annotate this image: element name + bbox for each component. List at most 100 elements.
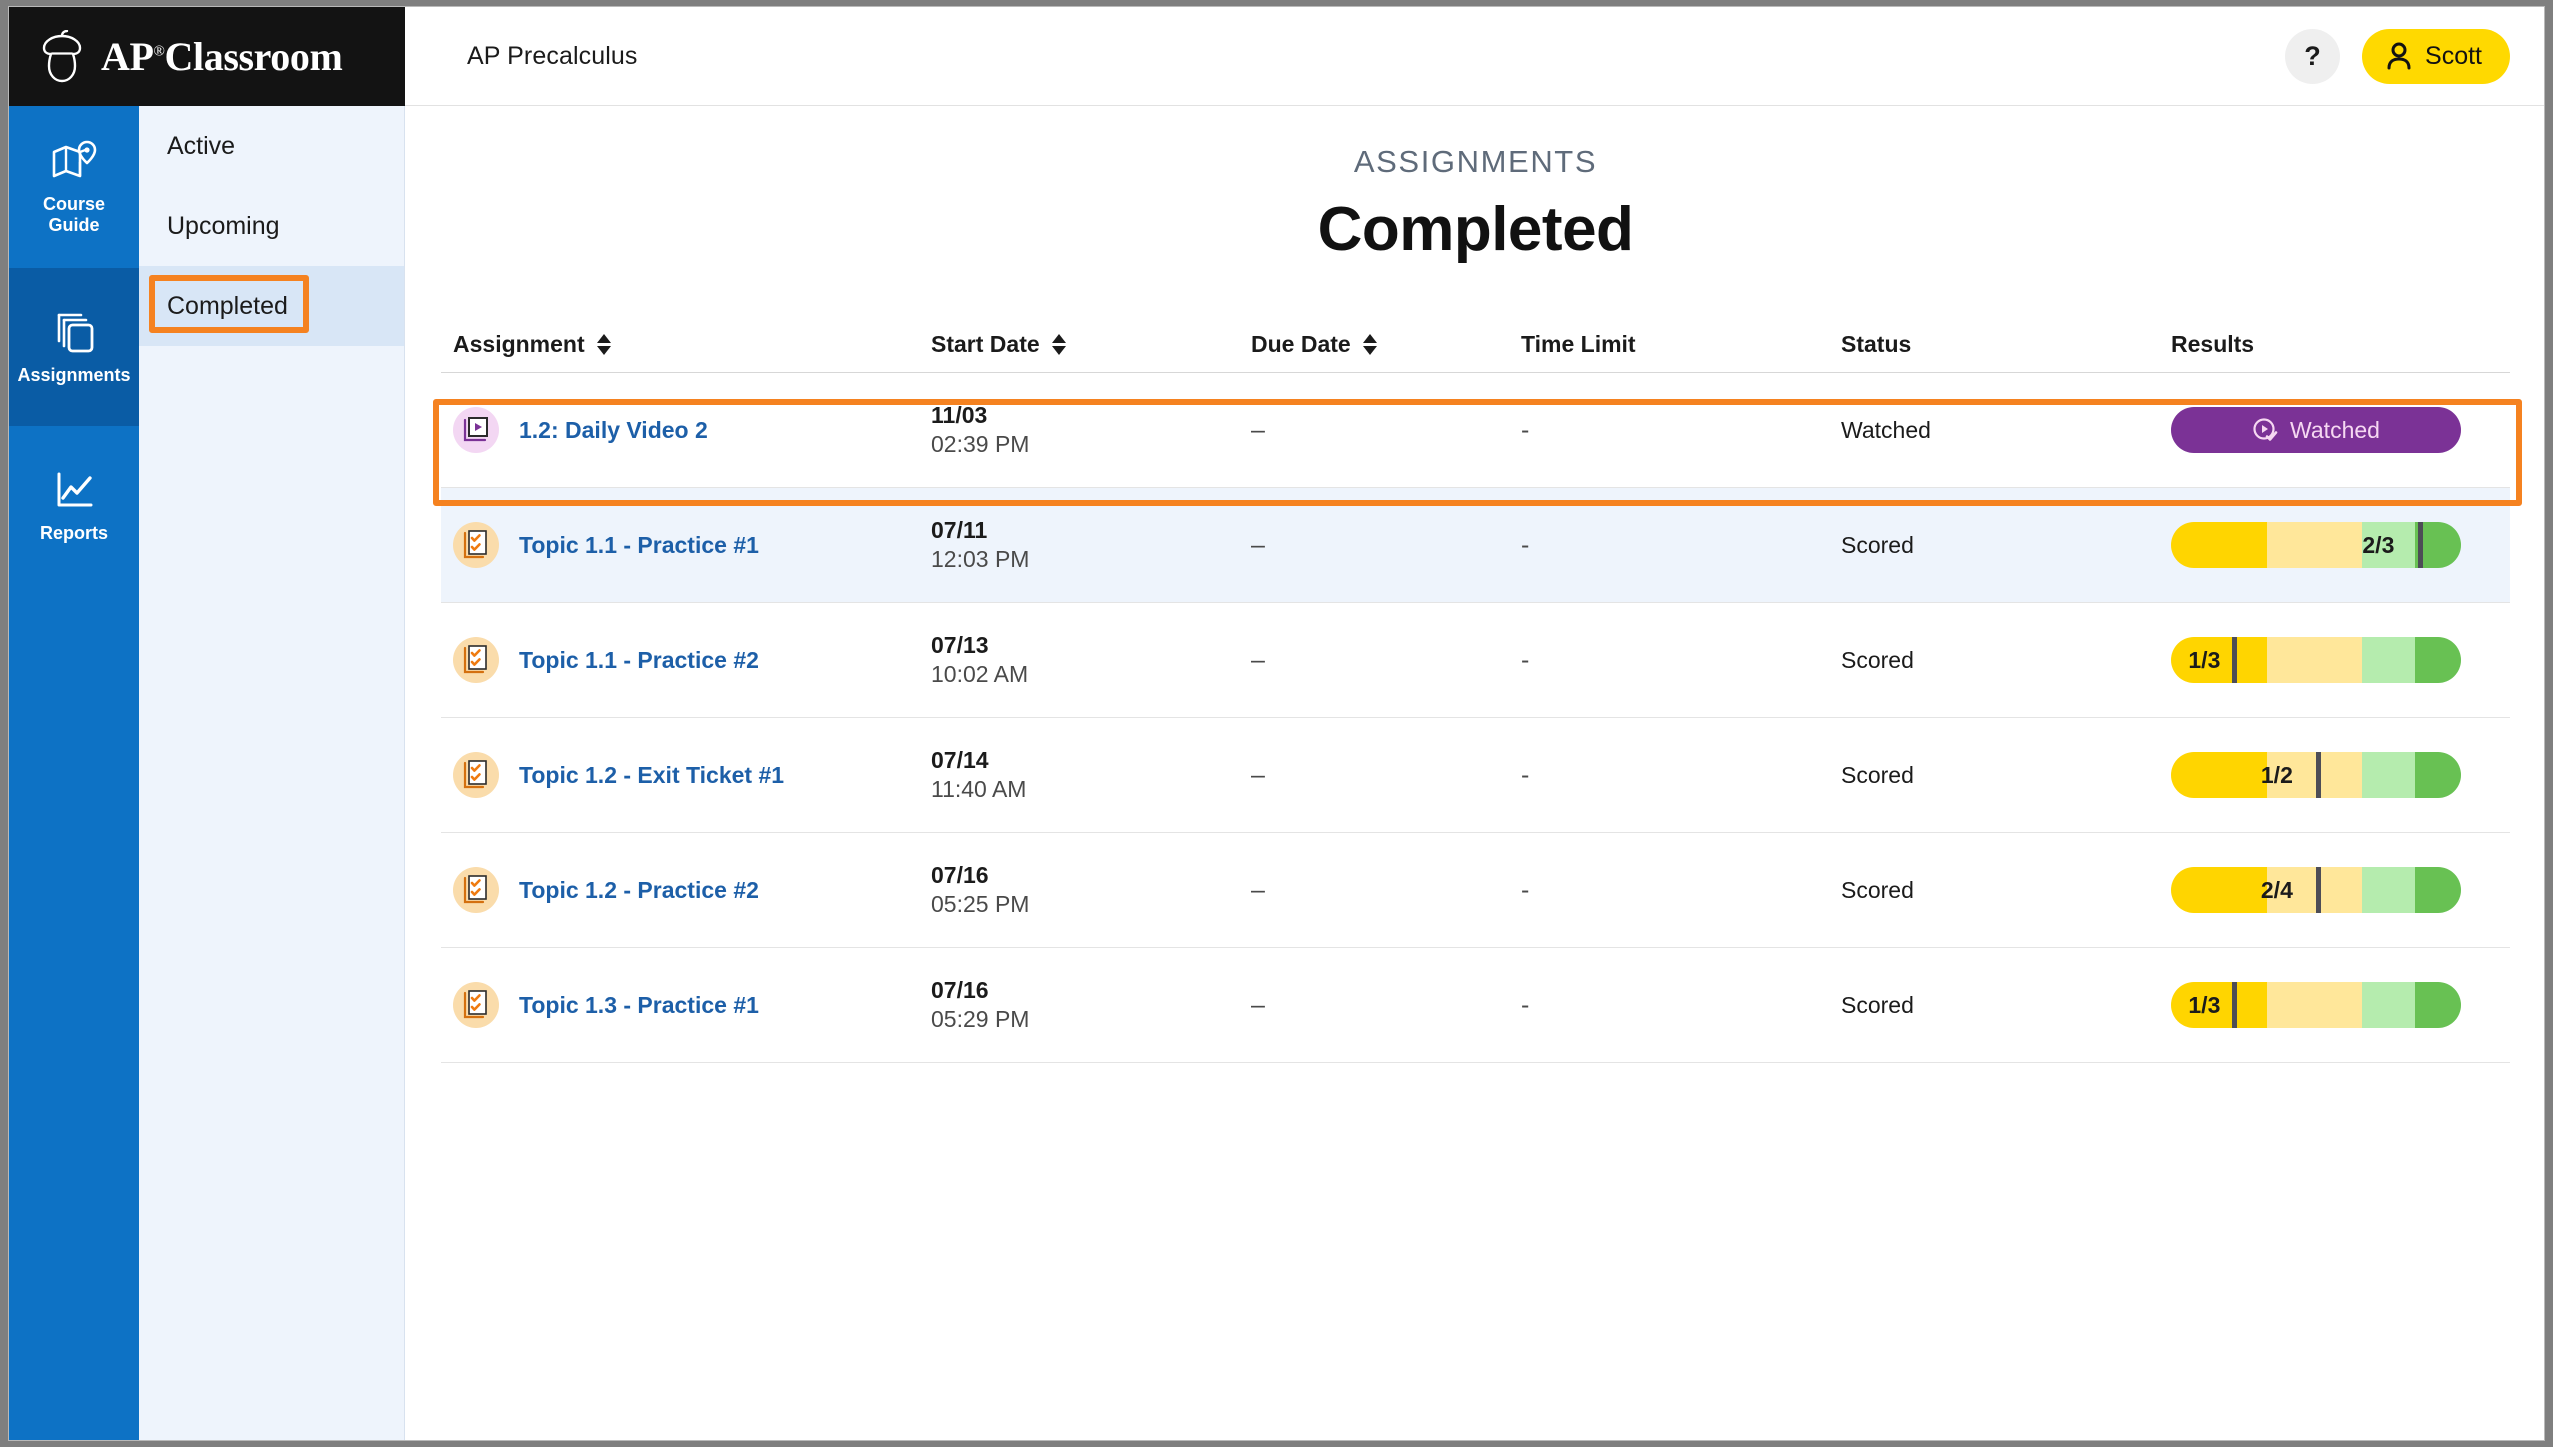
user-menu-button[interactable]: Scott — [2362, 28, 2510, 84]
cell-results: Watched — [2171, 407, 2501, 453]
brand-word: Classroom — [164, 34, 343, 79]
table-row[interactable]: Topic 1.1 - Practice #1 07/11 12:03 PM – - Sc… — [441, 488, 2510, 603]
assignment-link[interactable]: Topic 1.2 - Exit Ticket #1 — [519, 762, 784, 789]
cell-time-limit: - — [1521, 991, 1841, 1020]
table-row[interactable]: Topic 1.2 - Exit Ticket #1 07/14 11:40 AM –… — [441, 718, 2510, 833]
app-window: AP®Classroom AP Precalculus ? Scott Cour… — [8, 6, 2545, 1441]
column-header-assignment[interactable]: Assignment — [441, 331, 931, 358]
checklist-icon — [463, 760, 487, 789]
cell-time-limit: - — [1521, 531, 1841, 560]
assignment-link[interactable]: Topic 1.1 - Practice #2 — [519, 647, 759, 674]
table-row[interactable]: Topic 1.3 - Practice #1 07/16 05:29 PM – - Sc… — [441, 948, 2510, 1063]
help-button[interactable]: ? — [2285, 28, 2341, 84]
cell-start-date: 07/14 11:40 AM — [931, 746, 1251, 805]
score-bar[interactable]: 1/3 — [2171, 982, 2461, 1028]
cell-results: 2/4 — [2171, 867, 2501, 913]
checklist-icon-badge — [453, 867, 499, 913]
video-play-icon-badge — [453, 407, 499, 453]
due-date-value: – — [1251, 990, 1265, 1019]
watched-button[interactable]: Watched — [2171, 407, 2461, 453]
score-marker — [2231, 637, 2237, 683]
status-value: Scored — [1841, 991, 1914, 1018]
checklist-icon — [463, 875, 487, 904]
nav-label-line1: Course — [42, 194, 105, 215]
page-title: Completed — [1317, 195, 1634, 264]
subnav-item-active[interactable]: Active — [139, 106, 404, 186]
nav-label-line2: Guide — [48, 215, 100, 235]
table-body: 1.2: Daily Video 2 11/03 02:39 PM – - Watched… — [441, 373, 2510, 1063]
sort-icon-start-date[interactable] — [1051, 334, 1066, 355]
cell-due-date: – — [1251, 761, 1521, 790]
due-date-value: – — [1251, 415, 1265, 444]
due-date-value: – — [1251, 875, 1265, 904]
cell-assignment: 1.2: Daily Video 2 — [441, 407, 931, 453]
sort-icon-assignment[interactable] — [596, 334, 611, 355]
column-label-status: Status — [1841, 331, 1912, 357]
time-limit-value: - — [1521, 875, 1530, 904]
checklist-icon-badge — [453, 752, 499, 798]
subnav-item-upcoming[interactable]: Upcoming — [139, 186, 404, 266]
column-header-status: Status — [1841, 331, 2171, 358]
cell-due-date: – — [1251, 991, 1521, 1020]
checklist-icon-badge — [453, 637, 499, 683]
brand-bar[interactable]: AP®Classroom — [9, 7, 405, 106]
column-header-due-date[interactable]: Due Date — [1251, 331, 1521, 358]
table-row[interactable]: 1.2: Daily Video 2 11/03 02:39 PM – - Watched… — [441, 373, 2510, 488]
subnav-item-completed[interactable]: Completed — [139, 266, 404, 346]
cell-start-date: 07/16 05:29 PM — [931, 976, 1251, 1035]
brand-registered-mark: ® — [153, 43, 165, 60]
brand-title: AP®Classroom — [101, 33, 343, 80]
line-chart-icon — [57, 472, 93, 507]
start-date-value: 07/14 — [931, 746, 989, 773]
brand-ap: AP — [101, 34, 154, 79]
cell-time-limit: - — [1521, 876, 1841, 905]
assignment-link[interactable]: Topic 1.2 - Practice #2 — [519, 877, 759, 904]
nav-item-assignments[interactable]: Assignments — [9, 268, 139, 426]
due-date-value: – — [1251, 645, 1265, 674]
time-limit-value: - — [1521, 760, 1530, 789]
status-value: Watched — [1841, 416, 1931, 443]
table-row[interactable]: Topic 1.1 - Practice #2 07/13 10:02 AM – - Sc… — [441, 603, 2510, 718]
cell-status: Scored — [1841, 762, 2171, 789]
start-time-value: 02:39 PM — [931, 431, 1030, 457]
score-bar[interactable]: 2/3 — [2171, 522, 2461, 568]
assignment-link[interactable]: Topic 1.3 - Practice #1 — [519, 992, 759, 1019]
score-label: 1/3 — [2188, 646, 2221, 673]
sort-icon-due-date[interactable] — [1362, 334, 1377, 355]
cell-due-date: – — [1251, 876, 1521, 905]
assignment-link[interactable]: Topic 1.1 - Practice #1 — [519, 532, 759, 559]
table-row[interactable]: Topic 1.2 - Practice #2 07/16 05:25 PM – - Sc… — [441, 833, 2510, 948]
nav-label-course-guide: Course Guide — [43, 194, 105, 235]
score-bar[interactable]: 2/4 — [2171, 867, 2461, 913]
cell-results: 1/2 — [2171, 752, 2501, 798]
table-header-row: Assignment Start Date Due Date Time Limi… — [441, 317, 2510, 373]
map-pin-icon — [52, 141, 97, 178]
cell-status: Scored — [1841, 532, 2171, 559]
score-bar[interactable]: 1/2 — [2171, 752, 2461, 798]
nav-item-reports[interactable]: Reports — [9, 426, 139, 584]
cell-results: 2/3 — [2171, 522, 2501, 568]
column-label-start-date: Start Date — [931, 331, 1040, 357]
checklist-icon-badge — [453, 982, 499, 1028]
cell-status: Scored — [1841, 992, 2171, 1019]
stacked-pages-icon — [57, 313, 94, 353]
score-bar[interactable]: 1/3 — [2171, 637, 2461, 683]
start-time-value: 05:25 PM — [931, 891, 1030, 917]
nav-item-course-guide[interactable]: Course Guide — [9, 106, 139, 268]
cell-results: 1/3 — [2171, 637, 2501, 683]
user-name: Scott — [2425, 41, 2482, 70]
primary-nav-rail: Course Guide Assignments Reports — [9, 106, 139, 1440]
score-marker — [2316, 867, 2321, 913]
score-label: 2/4 — [2260, 876, 2293, 903]
score-label: 2/3 — [2362, 531, 2395, 558]
assignment-link[interactable]: 1.2: Daily Video 2 — [519, 417, 708, 444]
time-limit-value: - — [1521, 990, 1530, 1019]
cell-start-date: 07/16 05:25 PM — [931, 861, 1251, 920]
cell-due-date: – — [1251, 531, 1521, 560]
column-header-start-date[interactable]: Start Date — [931, 331, 1251, 358]
cell-status: Watched — [1841, 417, 2171, 444]
page-eyebrow: ASSIGNMENTS — [1353, 144, 1598, 179]
start-time-value: 05:29 PM — [931, 1006, 1030, 1032]
due-date-value: – — [1251, 760, 1265, 789]
start-date-value: 07/11 — [931, 516, 988, 543]
